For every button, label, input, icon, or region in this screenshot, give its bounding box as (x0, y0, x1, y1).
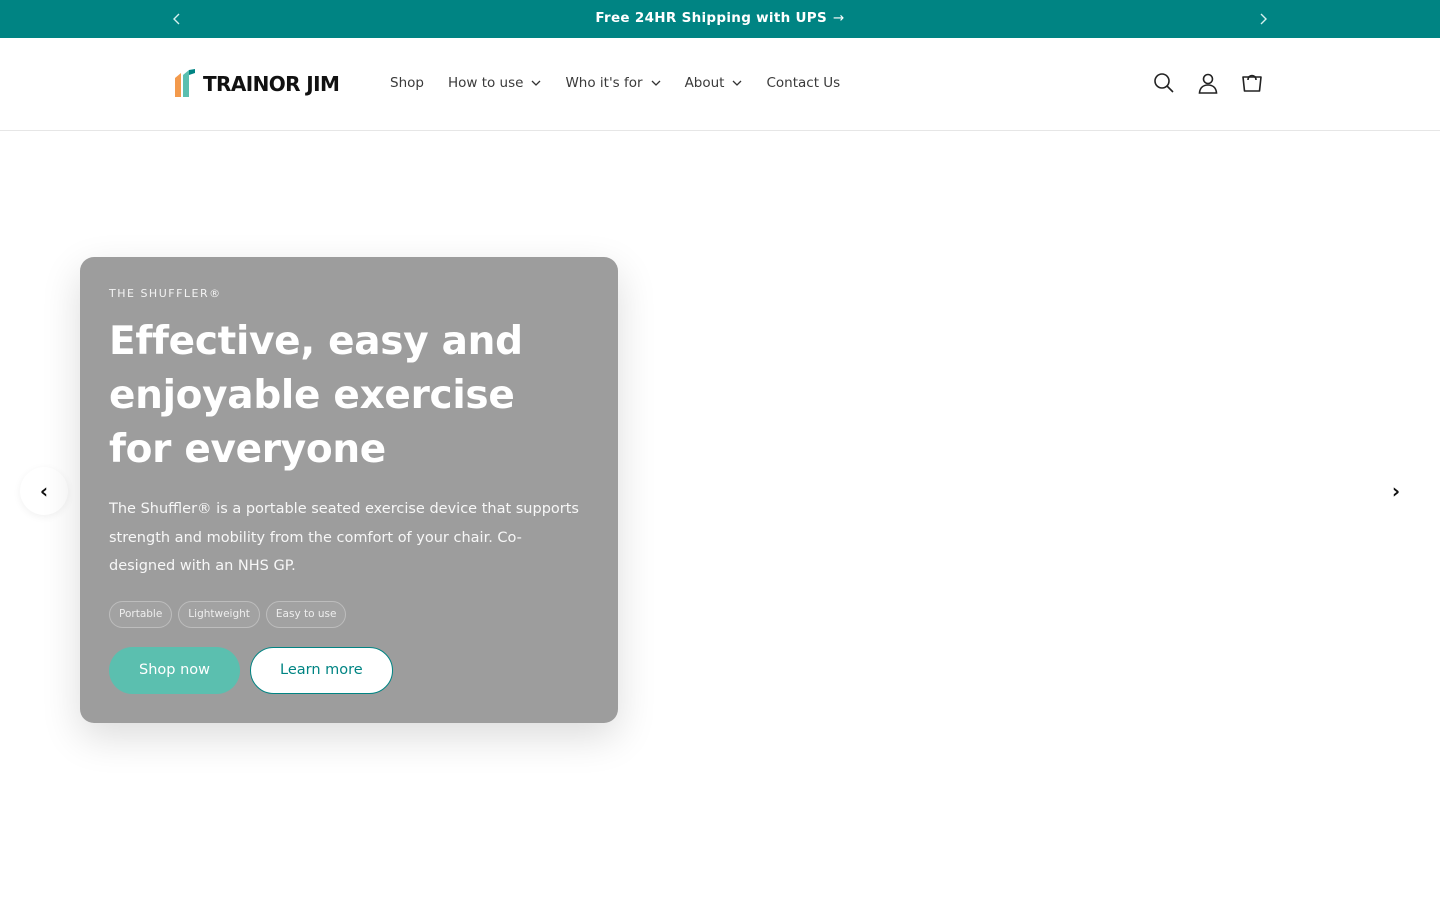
hero-buttons: Shop now Learn more (109, 646, 589, 694)
hero-card: THE SHUFFLER® Effective, easy and enjoya… (80, 257, 618, 723)
nav-item-label: Shop (390, 75, 424, 91)
nav-item-about[interactable]: About (685, 72, 743, 94)
slider-prev-button[interactable]: ‹ (20, 467, 68, 515)
nav-item-label: Contact Us (766, 75, 841, 91)
logo[interactable]: TRAINOR JIM (173, 68, 340, 100)
nav-item-how-to-use[interactable]: How to use (448, 72, 541, 94)
announcement-text: Free 24HR Shipping with UPS (595, 10, 828, 26)
feature-pill: Lightweight (178, 600, 260, 628)
announcement-link[interactable]: Free 24HR Shipping with UPS → (0, 0, 1440, 38)
chevron-right-icon[interactable] (1253, 9, 1273, 29)
cart-icon[interactable] (1240, 71, 1264, 95)
hero-description: The Shuffler® is a portable seated exerc… (109, 501, 579, 574)
arrow-right-icon: → (833, 10, 845, 26)
nav-item-contact-us[interactable]: Contact Us (766, 72, 840, 94)
feature-pill: Easy to use (265, 600, 347, 628)
nav-item-label: Who it's for (565, 75, 643, 91)
nav-item-label: How to use (447, 75, 524, 91)
chevron-down-icon (651, 80, 661, 86)
hero-eyebrow: THE SHUFFLER® (109, 287, 222, 300)
main-nav: Shop How to use Who it's for About Conta… (390, 72, 864, 94)
chevron-down-icon (733, 80, 742, 86)
chevron-down-icon (531, 80, 541, 86)
announcement-bar: Free 24HR Shipping with UPS → (0, 0, 1440, 38)
logo-mark-icon (175, 69, 195, 97)
feature-pill: Portable (109, 600, 173, 628)
header-icons (1152, 71, 1284, 95)
nav-item-shop[interactable]: Shop (390, 72, 424, 94)
learn-more-button[interactable]: Learn more (250, 646, 393, 694)
feature-pills: Portable Lightweight Easy to use (109, 600, 589, 628)
nav-item-label: About (684, 75, 725, 91)
shop-now-button[interactable]: Shop now (109, 646, 240, 694)
logo-text: TRAINOR JIM (203, 72, 340, 96)
nav-item-who-its-for[interactable]: Who it's for (565, 72, 661, 94)
account-icon[interactable] (1196, 71, 1220, 95)
hero-headline: Effective, easy and enjoyable exercise f… (109, 319, 523, 472)
site-header: TRAINOR JIM Shop How to use Who it's for… (0, 38, 1440, 131)
search-icon[interactable] (1152, 71, 1176, 95)
slider-next-button[interactable]: › (1372, 467, 1420, 515)
chevron-right-icon: › (1391, 479, 1401, 503)
chevron-left-icon: ‹ (39, 479, 49, 503)
